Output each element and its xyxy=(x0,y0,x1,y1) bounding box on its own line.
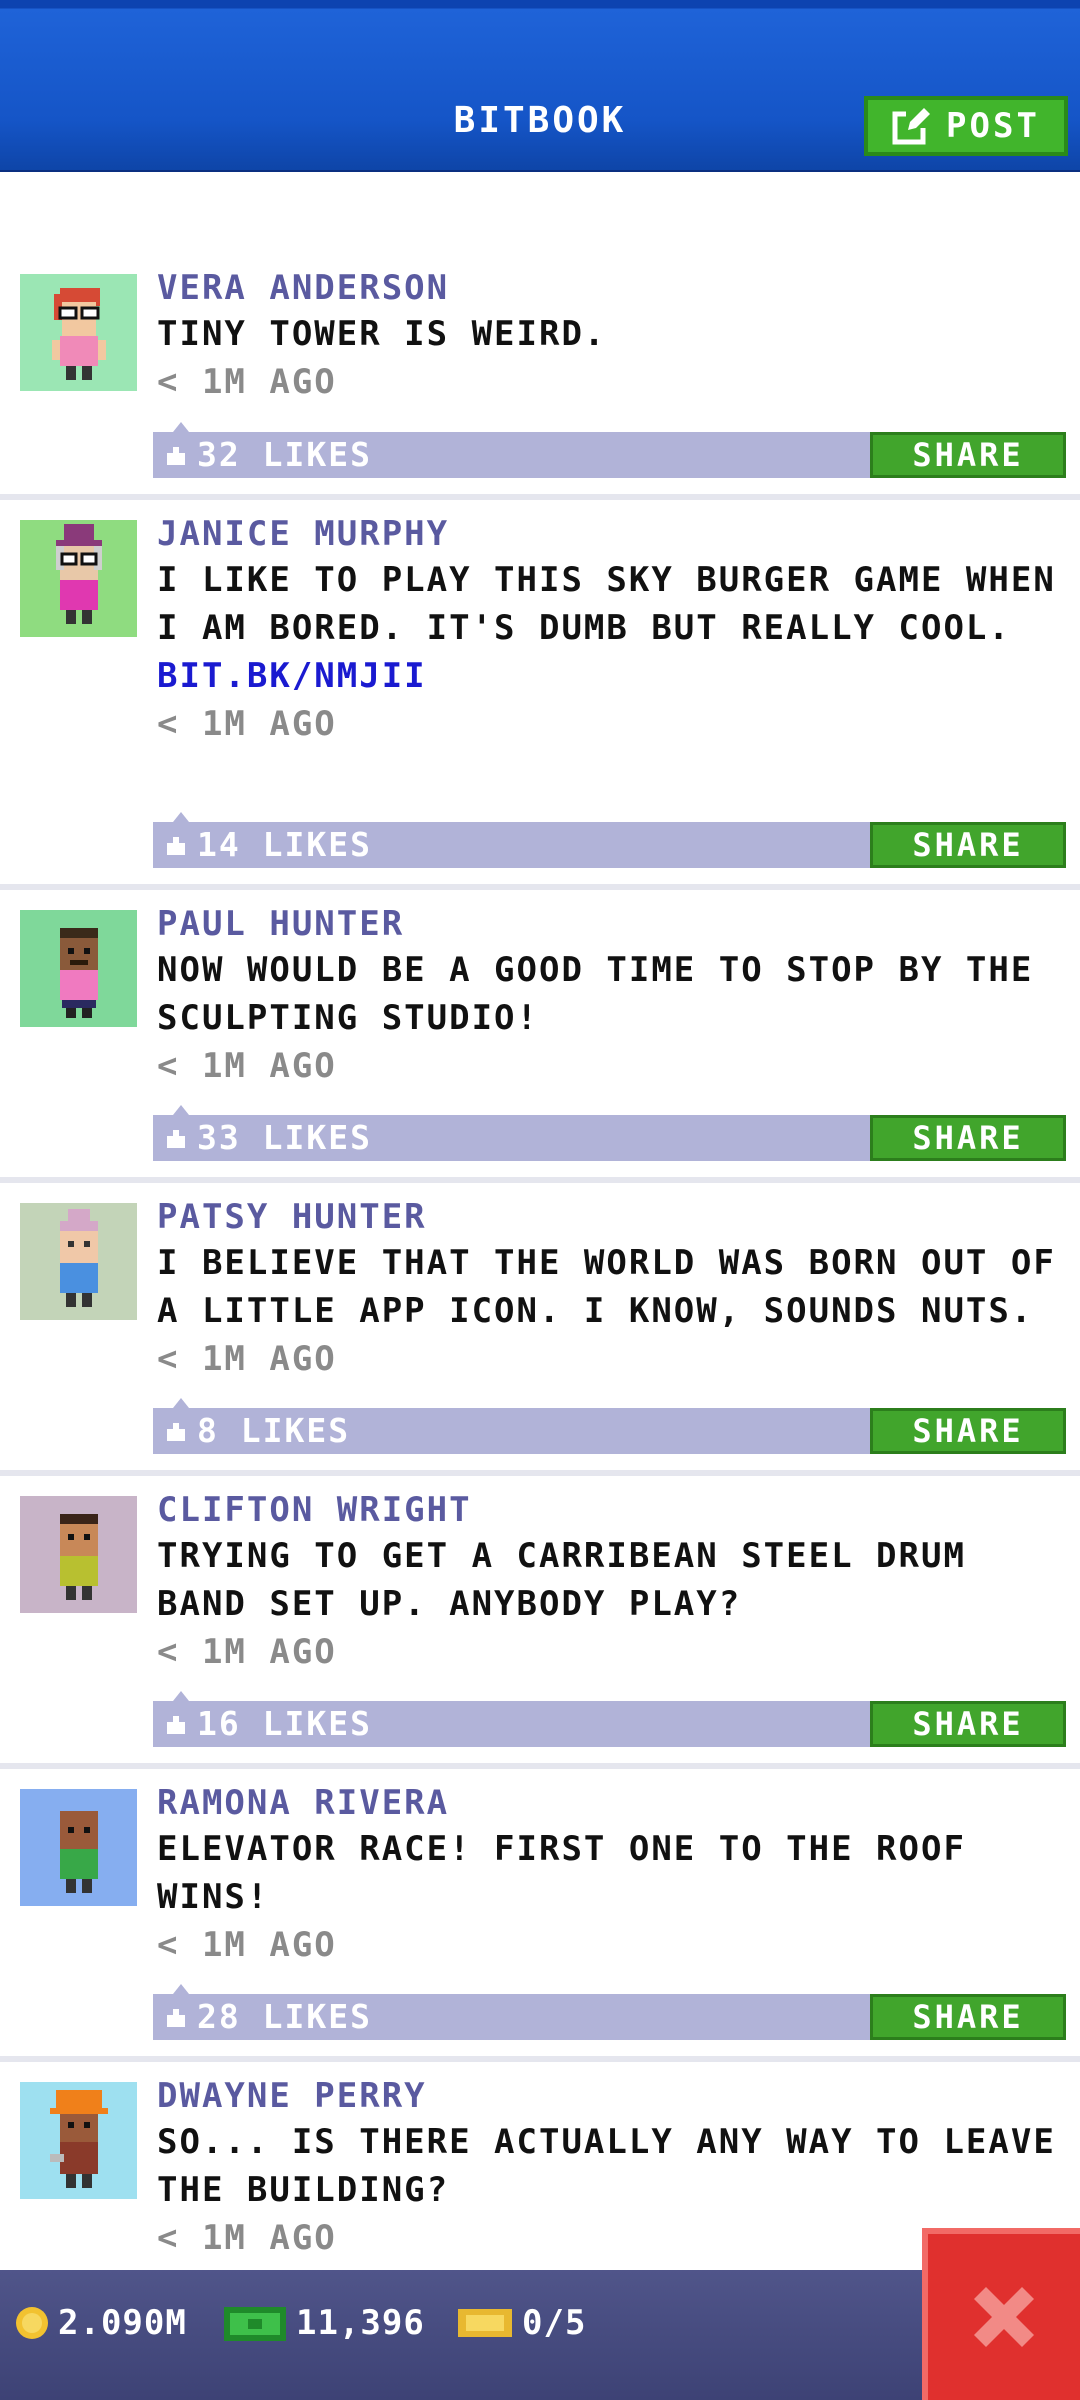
feed-post: VERA ANDERSON TINY TOWER IS WEIRD. < 1M … xyxy=(0,170,1080,500)
tickets-value: 0/5 xyxy=(522,2303,587,2343)
ticket-icon xyxy=(458,2309,512,2337)
like-bar: 8 LIKES SHARE xyxy=(153,1398,1066,1454)
post-author[interactable]: PATSY HUNTER xyxy=(157,1195,1066,1239)
avatar[interactable] xyxy=(20,1496,137,1613)
avatar-bun-woman-icon xyxy=(20,1203,137,1320)
like-button[interactable]: 28 LIKES xyxy=(165,1994,372,2040)
like-count: 14 LIKES xyxy=(197,825,372,864)
like-button[interactable]: 8 LIKES xyxy=(165,1408,350,1454)
thumbs-up-icon xyxy=(167,837,185,855)
avatar-man-icon xyxy=(20,1496,137,1613)
close-button[interactable] xyxy=(922,2228,1080,2400)
app-header: BITBOOK POST xyxy=(0,0,1080,172)
avatar-hat-woman-icon xyxy=(20,520,137,637)
feed-post: CLIFTON WRIGHT TRYING TO GET A CARRIBEAN… xyxy=(0,1476,1080,1769)
post-author[interactable]: VERA ANDERSON xyxy=(157,266,1066,310)
post-author[interactable]: JANICE MURPHY xyxy=(157,512,1066,556)
share-button[interactable]: SHARE xyxy=(870,822,1066,868)
feed-post: JANICE MURPHY I LIKE TO PLAY THIS SKY BU… xyxy=(0,500,1080,890)
post-link[interactable]: BIT.BK/NMJII xyxy=(157,652,1066,700)
avatar[interactable] xyxy=(20,1203,137,1320)
coins-value: 2.090M xyxy=(58,2303,187,2343)
like-button[interactable]: 16 LIKES xyxy=(165,1701,372,1747)
post-time: < 1M AGO xyxy=(157,1632,337,1672)
thumbs-up-icon xyxy=(167,2009,185,2027)
post-button[interactable]: POST xyxy=(864,96,1068,156)
like-bar: 28 LIKES SHARE xyxy=(153,1984,1066,2040)
thumbs-up-icon xyxy=(167,1716,185,1734)
post-time: < 1M AGO xyxy=(157,1339,337,1379)
share-button[interactable]: SHARE xyxy=(870,1115,1066,1161)
tickets-stat[interactable]: 0/5 xyxy=(456,2298,586,2348)
bux-icon xyxy=(224,2307,286,2341)
thumbs-up-icon xyxy=(167,1423,185,1441)
thumbs-up-icon xyxy=(167,447,185,465)
post-message: SO... IS THERE ACTUALLY ANY WAY TO LEAVE… xyxy=(157,2122,1056,2210)
bux-stat[interactable]: 11,396 xyxy=(222,2298,425,2348)
avatar[interactable] xyxy=(20,2082,137,2199)
share-button[interactable]: SHARE xyxy=(870,432,1066,478)
post-message: TINY TOWER IS WEIRD. xyxy=(157,314,607,354)
compose-icon xyxy=(892,108,931,145)
post-time: < 1M AGO xyxy=(157,1925,337,1965)
like-button[interactable]: 32 LIKES xyxy=(165,432,372,478)
post-time: < 1M AGO xyxy=(157,1046,337,1086)
avatar-mustache-man-icon xyxy=(20,910,137,1027)
like-bar: 32 LIKES SHARE xyxy=(153,422,1066,478)
feed-post: RAMONA RIVERA ELEVATOR RACE! FIRST ONE T… xyxy=(0,1769,1080,2062)
post-author[interactable]: RAMONA RIVERA xyxy=(157,1781,1066,1825)
close-icon xyxy=(974,2287,1034,2347)
avatar-bald-woman-icon xyxy=(20,1789,137,1906)
avatar[interactable] xyxy=(20,910,137,1027)
resource-bar: 2.090M 11,396 0/5 xyxy=(0,2270,1080,2400)
like-bar: 14 LIKES SHARE xyxy=(153,812,1066,868)
like-count: 32 LIKES xyxy=(197,435,372,474)
post-author[interactable]: CLIFTON WRIGHT xyxy=(157,1488,1066,1532)
coins-stat[interactable]: 2.090M xyxy=(14,2298,187,2348)
avatar[interactable] xyxy=(20,274,137,391)
post-message: TRYING TO GET A CARRIBEAN STEEL DRUM BAN… xyxy=(157,1536,966,1624)
like-bar: 33 LIKES SHARE xyxy=(153,1105,1066,1161)
thumbs-up-icon xyxy=(167,1130,185,1148)
like-bar: 16 LIKES SHARE xyxy=(153,1691,1066,1747)
share-button[interactable]: SHARE xyxy=(870,1408,1066,1454)
feed-post: PATSY HUNTER I BELIEVE THAT THE WORLD WA… xyxy=(0,1183,1080,1476)
share-button[interactable]: SHARE xyxy=(870,1994,1066,2040)
like-button[interactable]: 33 LIKES xyxy=(165,1115,372,1161)
avatar[interactable] xyxy=(20,520,137,637)
like-count: 33 LIKES xyxy=(197,1118,372,1157)
like-count: 28 LIKES xyxy=(197,1997,372,2036)
avatar[interactable] xyxy=(20,1789,137,1906)
post-message: NOW WOULD BE A GOOD TIME TO STOP BY THE … xyxy=(157,950,1034,1038)
post-button-label: POST xyxy=(946,106,1040,146)
post-author[interactable]: DWAYNE PERRY xyxy=(157,2074,1066,2118)
feed-post: DWAYNE PERRY SO... IS THERE ACTUALLY ANY… xyxy=(0,2062,1080,2270)
share-button[interactable]: SHARE xyxy=(870,1701,1066,1747)
like-count: 16 LIKES xyxy=(197,1704,372,1743)
like-button[interactable]: 14 LIKES xyxy=(165,822,372,868)
post-author[interactable]: PAUL HUNTER xyxy=(157,902,1066,946)
like-count: 8 LIKES xyxy=(197,1411,351,1450)
post-message: I BELIEVE THAT THE WORLD WAS BORN OUT OF… xyxy=(157,1243,1056,1331)
avatar-hardhat-man-icon xyxy=(20,2082,137,2199)
post-time: < 1M AGO xyxy=(157,704,337,744)
post-message: I LIKE TO PLAY THIS SKY BURGER GAME WHEN… xyxy=(157,560,1056,648)
feed-post: PAUL HUNTER NOW WOULD BE A GOOD TIME TO … xyxy=(0,890,1080,1183)
feed-list[interactable]: VERA ANDERSON TINY TOWER IS WEIRD. < 1M … xyxy=(0,170,1080,2270)
bux-value: 11,396 xyxy=(296,2303,425,2343)
coin-icon xyxy=(16,2307,48,2339)
post-time: < 1M AGO xyxy=(157,362,337,402)
avatar-glasses-woman-icon xyxy=(20,274,137,391)
post-message: ELEVATOR RACE! FIRST ONE TO THE ROOF WIN… xyxy=(157,1829,966,1917)
